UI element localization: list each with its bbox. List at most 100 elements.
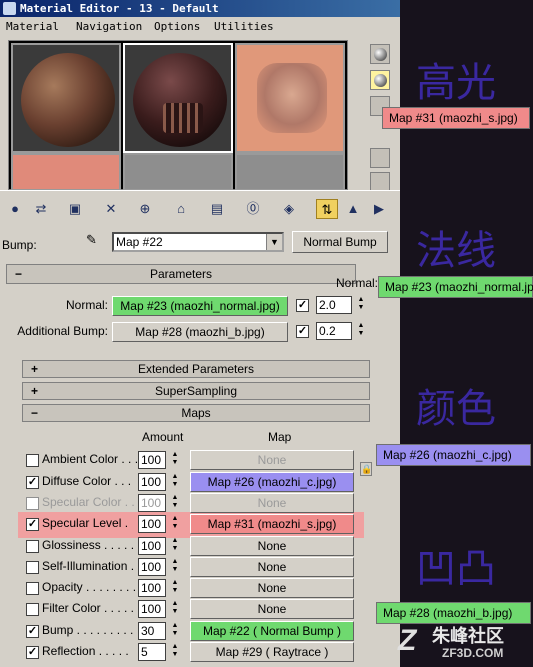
spinner-arrows-icon[interactable]: ▲ ▼: [170, 473, 180, 491]
spinner-arrows-icon[interactable]: ▲ ▼: [170, 451, 180, 469]
bump-map-button[interactable]: Map #22 ( Normal Bump ): [190, 621, 354, 641]
collapse-icon: −: [15, 267, 23, 281]
filter-color-map-button[interactable]: None: [190, 599, 354, 619]
ambient-amount[interactable]: 100: [138, 451, 166, 469]
spinner-arrows-icon[interactable]: ▲ ▼: [170, 600, 180, 618]
menu-bar: Material Navigation Options Utilities: [0, 17, 400, 37]
show-map-icon[interactable]: ◈: [278, 199, 300, 219]
opacity-map-button[interactable]: None: [190, 578, 354, 598]
map-name-field[interactable]: Map #22 ▼: [112, 232, 284, 252]
spinner-arrows-icon[interactable]: ▲ ▼: [170, 537, 180, 555]
assign-material-icon[interactable]: ▣: [64, 199, 86, 219]
menu-utilities[interactable]: Utilities: [214, 17, 274, 37]
get-material-icon[interactable]: ●: [4, 199, 26, 219]
spinner-arrows-icon[interactable]: ▲ ▼: [356, 322, 366, 340]
diffuse-map-button[interactable]: Map #26 (maozhi_c.jpg): [190, 472, 354, 492]
amount-column-header: Amount: [142, 430, 184, 444]
glossiness-checkbox[interactable]: [26, 540, 39, 553]
sample-slot-4[interactable]: [11, 153, 121, 191]
uv-tiling-button[interactable]: [370, 148, 390, 168]
extended-parameters-rollout[interactable]: + Extended Parameters: [22, 360, 370, 378]
sample-type-button[interactable]: [370, 44, 390, 64]
chevron-down-icon[interactable]: ▼: [266, 234, 282, 250]
app-icon: [3, 2, 16, 15]
lock-icon[interactable]: 🔒: [360, 462, 372, 476]
map-type-button[interactable]: Normal Bump: [292, 231, 388, 253]
window-title: Material Editor - 13 - Default: [20, 2, 219, 15]
reset-icon[interactable]: ✕: [100, 199, 122, 219]
sample-slot-3[interactable]: [235, 43, 345, 153]
opacity-amount[interactable]: 100: [138, 579, 166, 597]
normal-map-button[interactable]: Map #23 (maozhi_normal.jpg): [112, 296, 288, 316]
specular-color-map-button[interactable]: None: [190, 493, 354, 513]
go-to-parent-icon[interactable]: ▲: [342, 199, 364, 219]
specular-color-checkbox[interactable]: [26, 497, 39, 510]
spinner-arrows-icon[interactable]: ▲ ▼: [170, 558, 180, 576]
make-unique-icon[interactable]: ⌂: [170, 199, 192, 219]
backlight-button[interactable]: [370, 70, 390, 90]
opacity-checkbox[interactable]: [26, 582, 39, 595]
specular-color-amount[interactable]: 100: [138, 494, 166, 512]
sample-slot-2[interactable]: [123, 43, 233, 153]
filter-color-checkbox[interactable]: [26, 603, 39, 616]
glossiness-map-button[interactable]: None: [190, 536, 354, 556]
specular-level-map-button[interactable]: Map #31 (maozhi_s.jpg): [190, 514, 354, 534]
spinner-arrows-icon[interactable]: ▲ ▼: [356, 296, 366, 314]
material-sphere-1: [21, 53, 115, 147]
ambient-checkbox[interactable]: [26, 454, 39, 467]
reflection-amount[interactable]: 5: [138, 643, 166, 661]
normal-amount[interactable]: 2.0: [316, 296, 352, 314]
spinner-arrows-icon[interactable]: ▲ ▼: [170, 494, 180, 512]
spinner-arrows-icon[interactable]: ▲ ▼: [170, 643, 180, 661]
bump-label: Bump:: [2, 238, 37, 252]
video-color-check-button[interactable]: [370, 172, 390, 192]
self-illumination-map-button[interactable]: None: [190, 557, 354, 577]
spinner-arrows-icon[interactable]: ▲ ▼: [170, 515, 180, 533]
additional-bump-checkbox[interactable]: ✓: [296, 325, 309, 338]
specular-color-label: Specular Color . .: [42, 495, 135, 509]
specular-level-amount[interactable]: 100: [138, 515, 166, 533]
self-illumination-amount[interactable]: 100: [138, 558, 166, 576]
reflection-map-button[interactable]: Map #29 ( Raytrace ): [190, 642, 354, 662]
additional-bump-map-button[interactable]: Map #28 (maozhi_b.jpg): [112, 322, 288, 342]
reflection-checkbox[interactable]: ✓: [26, 646, 39, 659]
parameters-rollout[interactable]: − Parameters: [6, 264, 356, 284]
filter-color-amount[interactable]: 100: [138, 600, 166, 618]
normal-checkbox[interactable]: ✓: [296, 299, 309, 312]
bump-checkbox[interactable]: ✓: [26, 625, 39, 638]
put-to-scene-icon[interactable]: ⇄: [30, 199, 52, 219]
bump-amount[interactable]: 30: [138, 622, 166, 640]
material-effects-channel-icon[interactable]: ⓪: [242, 199, 264, 219]
supersampling-rollout[interactable]: + SuperSampling: [22, 382, 370, 400]
sphere-icon: [374, 48, 387, 61]
normal-label: Normal:: [65, 298, 108, 312]
show-end-result-icon[interactable]: ⇅: [316, 199, 338, 219]
spinner-arrows-icon[interactable]: ▲ ▼: [170, 579, 180, 597]
eyedropper-icon[interactable]: ✎: [86, 232, 97, 248]
glossiness-amount[interactable]: 100: [138, 537, 166, 555]
diffuse-label: Diffuse Color . . .: [42, 474, 132, 488]
specular-level-checkbox[interactable]: ✓: [26, 518, 39, 531]
specular-annotation-title: 高光: [416, 60, 496, 106]
maps-title: Maps: [181, 406, 211, 420]
supersampling-title: SuperSampling: [154, 384, 238, 398]
spinner-arrows-icon[interactable]: ▲ ▼: [170, 622, 180, 640]
sample-slot-6[interactable]: [235, 153, 345, 191]
sample-slot-1[interactable]: [11, 43, 121, 153]
diffuse-amount[interactable]: 100: [138, 473, 166, 491]
copy-material-icon[interactable]: ⊕: [134, 199, 156, 219]
texture-preview: [257, 63, 327, 133]
go-forward-sibling-icon[interactable]: ▶: [368, 199, 390, 219]
menu-material[interactable]: Material: [6, 17, 59, 37]
ambient-map-button[interactable]: None: [190, 450, 354, 470]
sample-slot-5[interactable]: [123, 153, 233, 191]
maps-rollout[interactable]: − Maps: [22, 404, 370, 422]
menu-navigation[interactable]: Navigation: [76, 17, 142, 37]
additional-bump-amount[interactable]: 0.2: [316, 322, 352, 340]
logo-mark-icon: Z: [398, 624, 417, 657]
diffuse-checkbox[interactable]: ✓: [26, 476, 39, 489]
watermark-url: ZF3D.COM: [442, 646, 504, 660]
self-illumination-checkbox[interactable]: [26, 561, 39, 574]
put-to-library-icon[interactable]: ▤: [206, 199, 228, 219]
menu-options[interactable]: Options: [154, 17, 200, 37]
